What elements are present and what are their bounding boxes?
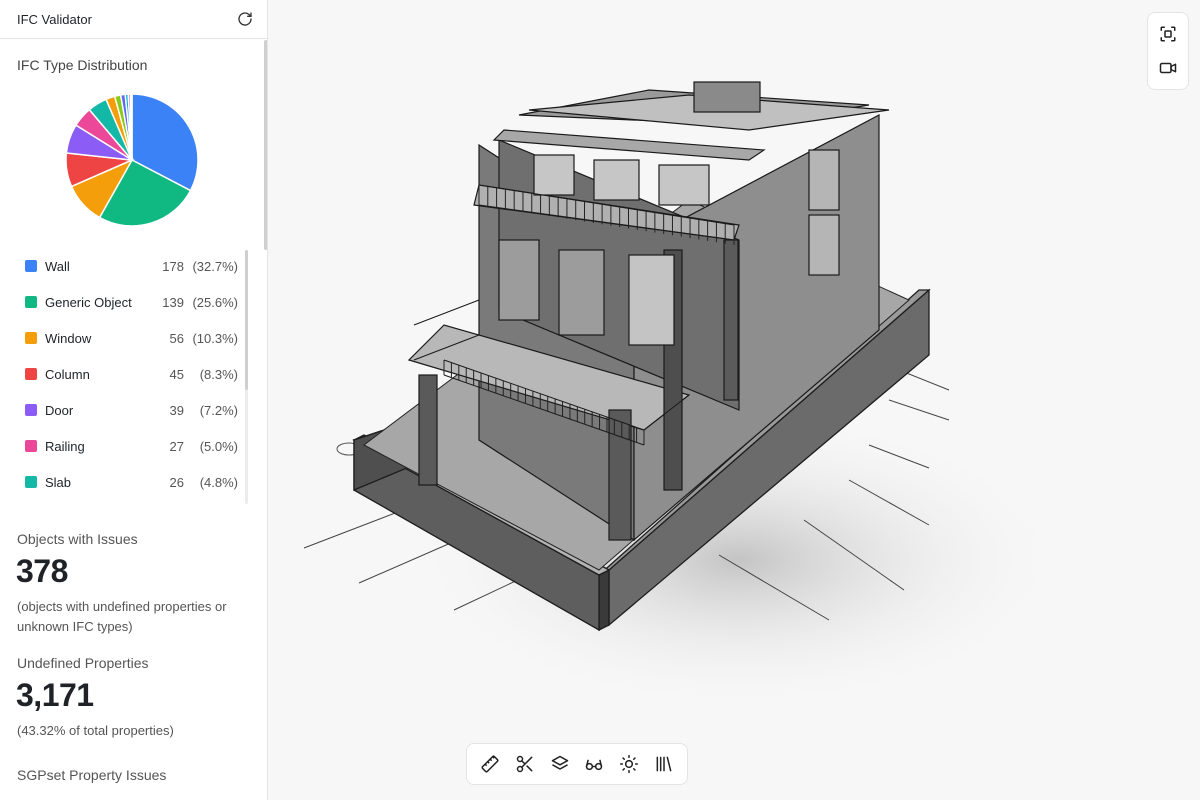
- model-viewport[interactable]: [269, 0, 1200, 800]
- legend-item[interactable]: Window 56 (10.3%): [17, 320, 248, 356]
- type-legend: Wall 178 (32.7%) Generic Object 139 (25.6%) Wi…: [17, 248, 248, 504]
- legend-count: 26: [169, 474, 184, 490]
- legend-swatch: [25, 476, 37, 488]
- legend-label: Railing: [45, 438, 85, 454]
- lighting-button[interactable]: [614, 749, 644, 779]
- undefined-value: 3,171: [16, 677, 94, 713]
- sun-icon: [619, 754, 639, 774]
- scissors-icon: [516, 755, 533, 773]
- undefined-label: Undefined Properties: [17, 655, 149, 671]
- camera-tools: [1147, 12, 1189, 90]
- video-camera-icon: [1159, 62, 1177, 74]
- legend-swatch: [25, 260, 37, 272]
- fit-view-button[interactable]: [1153, 19, 1183, 49]
- legend-label: Slab: [45, 474, 72, 490]
- legend-label: Door: [45, 402, 74, 418]
- legend-percent: (7.2%): [199, 402, 238, 418]
- app-title: IFC Validator: [17, 11, 92, 27]
- issues-note: (objects with undefined properties or un…: [17, 599, 227, 634]
- legend-swatch: [25, 368, 37, 380]
- legend-item[interactable]: Wall 178 (32.7%): [17, 248, 248, 284]
- legend-count: 45: [169, 366, 184, 382]
- legend-swatch: [25, 404, 37, 416]
- distribution-title: IFC Type Distribution: [17, 57, 148, 73]
- library-button[interactable]: [649, 749, 679, 779]
- legend-label: Wall: [45, 258, 70, 274]
- legend-item[interactable]: Column 45 (8.3%): [17, 356, 248, 392]
- legend-count: 27: [169, 438, 184, 454]
- sidebar-header: IFC Validator: [0, 0, 267, 39]
- undefined-note: (43.32% of total properties): [17, 723, 174, 738]
- bottom-toolbar: [466, 743, 688, 785]
- camera-button[interactable]: [1153, 53, 1183, 83]
- library-icon: [656, 756, 672, 772]
- refresh-button[interactable]: [235, 9, 255, 29]
- legend-percent: (5.0%): [199, 438, 238, 454]
- clip-button[interactable]: [510, 749, 540, 779]
- legend-item[interactable]: Slab 26 (4.8%): [17, 464, 248, 500]
- legend-item[interactable]: Railing 27 (5.0%): [17, 428, 248, 464]
- legend-count: 178: [162, 258, 184, 274]
- legend-percent: (25.6%): [192, 294, 238, 310]
- legend-percent: (10.3%): [192, 330, 238, 346]
- legend-count: 139: [162, 294, 184, 310]
- legend-label: Generic Object: [45, 294, 132, 310]
- xray-button[interactable]: [579, 749, 609, 779]
- glasses-icon: [586, 759, 603, 771]
- legend-label: Column: [45, 366, 90, 382]
- legend-item[interactable]: Door 39 (7.2%): [17, 392, 248, 428]
- issues-label: Objects with Issues: [17, 531, 138, 547]
- sidebar-scrollbar[interactable]: [264, 40, 267, 250]
- legend-count: 39: [169, 402, 184, 418]
- legend-item[interactable]: Generic Object 139 (25.6%): [17, 284, 248, 320]
- legend-percent: (32.7%): [192, 258, 238, 274]
- building-model[interactable]: [269, 0, 1200, 800]
- ruler-icon: [481, 755, 499, 773]
- fit-view-icon: [1160, 26, 1176, 42]
- layers-button[interactable]: [545, 749, 575, 779]
- issues-value: 378: [16, 553, 68, 589]
- pie-chart: [60, 88, 204, 232]
- measure-button[interactable]: [475, 749, 505, 779]
- sgpset-label: SGPset Property Issues: [17, 767, 167, 783]
- sidebar: IFC Validator IFC Type Distribution Wall…: [0, 0, 268, 800]
- legend-percent: (4.8%): [199, 474, 238, 490]
- layers-icon: [551, 755, 568, 770]
- legend-label: Window: [45, 330, 92, 346]
- legend-count: 56: [169, 330, 184, 346]
- legend-percent: (8.3%): [199, 366, 238, 382]
- refresh-icon: [238, 12, 252, 26]
- legend-swatch: [25, 296, 37, 308]
- legend-swatch: [25, 440, 37, 452]
- legend-swatch: [25, 332, 37, 344]
